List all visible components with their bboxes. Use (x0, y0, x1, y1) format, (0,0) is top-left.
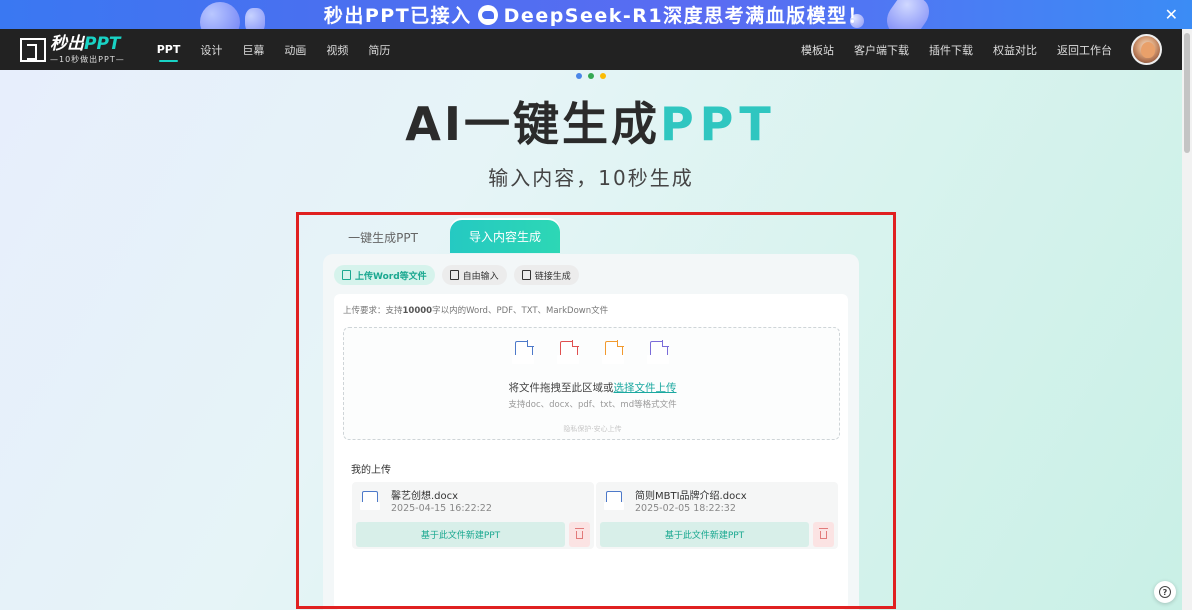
scrollbar-thumb[interactable] (1184, 33, 1190, 153)
word-doc-icon: Word (360, 491, 380, 513)
banner-decoration (245, 8, 265, 29)
select-file-link[interactable]: 选择文件上传 (614, 382, 677, 394)
logo-slogan: —10秒做出PPT— (50, 54, 125, 64)
nav-item-resume[interactable]: 简历 (358, 29, 400, 70)
file-type-label: MD (647, 355, 669, 364)
import-card: 上传Word等文件 自由输入 链接生成 上传要求：支持10000字以内的Word… (323, 254, 859, 610)
file-type-label: TXT (602, 355, 624, 364)
nav-item-design[interactable]: 设计 (190, 29, 232, 70)
privacy-note: 隐私保护·安心上传 (563, 425, 622, 433)
dropzone-instruction: 将文件拖拽至此区域或选择文件上传 (344, 380, 841, 395)
delete-file-button[interactable] (813, 522, 834, 547)
user-avatar[interactable] (1131, 34, 1162, 65)
logo-main-text: 秒出 (50, 33, 84, 54)
hero-title-dark: AI一键生成 (405, 97, 660, 151)
delete-file-button[interactable] (569, 522, 590, 547)
nav-item-benefits-compare[interactable]: 权益对比 (983, 29, 1047, 70)
upload-item: Word 简则MBTI品牌介绍.docx 2025-02-05 18:22:32… (596, 482, 838, 549)
tab-import-content[interactable]: 导入内容生成 (450, 220, 560, 253)
nav-item-video[interactable]: 视频 (316, 29, 358, 70)
nav-item-client-download[interactable]: 客户端下载 (844, 29, 919, 70)
upload-requirements: 上传要求：支持10000字以内的Word、PDF、TXT、MarkDown文件 (343, 304, 608, 316)
nav-item-giant-screen[interactable]: 巨幕 (232, 29, 274, 70)
logo[interactable]: 秒出PPT —10秒做出PPT— (20, 33, 125, 64)
upload-item: Word 馨艺创想.docx 2025-04-15 16:22:22 基于此文件… (352, 482, 594, 549)
my-uploads-title: 我的上传 (351, 465, 391, 476)
link-icon (521, 270, 531, 280)
subtab-link-generate[interactable]: 链接生成 (513, 265, 579, 285)
dot-icon (576, 73, 582, 79)
file-type-icons: Word PDF TXT MD (512, 340, 669, 367)
trash-icon (818, 528, 828, 539)
nav-item-templates[interactable]: 模板站 (791, 29, 844, 70)
trash-icon (574, 528, 584, 539)
banner-decoration (200, 2, 240, 29)
nav-item-plugin-download[interactable]: 插件下载 (919, 29, 983, 70)
banner-text-suffix: DeepSeek-R1深度思考满血版模型！ (503, 5, 869, 27)
top-nav: 秒出PPT —10秒做出PPT— PPT 设计 巨幕 动画 视频 简历 模板站 … (0, 29, 1192, 70)
req-prefix: 上传要求：支持 (343, 306, 403, 316)
banner-text-prefix: 秒出PPT已接入 (323, 5, 472, 27)
document-icon (449, 270, 459, 280)
req-limit: 10000 (402, 306, 433, 316)
tab-one-click-ppt[interactable]: 一键生成PPT (323, 218, 443, 256)
word-file-icon: Word (512, 340, 534, 367)
logo-mark-icon (20, 37, 46, 62)
file-dropzone[interactable]: Word PDF TXT MD 将文件拖拽至此区域或选择文件上传 支持doc、d… (343, 327, 840, 440)
nav-item-ppt[interactable]: PPT (147, 29, 191, 70)
doc-tag: Word (360, 502, 380, 510)
nav-main-menu: PPT 设计 巨幕 动画 视频 简历 (147, 29, 401, 70)
nav-item-animation[interactable]: 动画 (274, 29, 316, 70)
drop-text: 将文件拖拽至此区域或 (508, 382, 614, 394)
hero-title: AI一键生成PPT (0, 88, 1182, 154)
file-type-label: PDF (557, 355, 579, 364)
upload-file-icon (342, 270, 351, 280)
hero-dots (576, 73, 606, 79)
hero-subtitle: 输入内容，10秒生成 (488, 166, 694, 190)
banner-decoration (880, 0, 936, 29)
pdf-file-icon: PDF (557, 340, 579, 367)
file-type-label: Word (512, 355, 534, 364)
req-suffix: 字以内的Word、PDF、TXT、MarkDown文件 (432, 306, 609, 316)
upload-panel: 上传要求：支持10000字以内的Word、PDF、TXT、MarkDown文件 … (334, 294, 848, 610)
banner-text: 秒出PPT已接入 DeepSeek-R1深度思考满血版模型！ (324, 1, 868, 28)
subtab-free-input[interactable]: 自由输入 (441, 265, 507, 285)
md-file-icon: MD (647, 340, 669, 367)
page-scrollbar[interactable] (1182, 29, 1192, 610)
banner-close-icon[interactable]: ✕ (1165, 5, 1178, 24)
txt-file-icon: TXT (602, 340, 624, 367)
upload-file-name: 馨艺创想.docx (391, 491, 459, 502)
help-button[interactable]: ? (1154, 581, 1176, 603)
hero-title-highlight: PPT (659, 97, 777, 151)
dot-icon (600, 73, 606, 79)
supported-formats: 支持doc、docx、pdf、txt、md等格式文件 (508, 400, 677, 410)
subtab-upload-file[interactable]: 上传Word等文件 (334, 265, 435, 285)
dot-icon (588, 73, 594, 79)
logo-ppt-text: PPT (84, 33, 121, 54)
subtab-label: 自由输入 (462, 271, 499, 282)
generate-mode-tabs: 一键生成PPT 导入内容生成 (323, 218, 859, 258)
help-icon: ? (1159, 586, 1171, 598)
doc-tag: Word (604, 502, 624, 510)
promo-banner[interactable]: 秒出PPT已接入 DeepSeek-R1深度思考满血版模型！ ✕ (0, 0, 1192, 29)
word-doc-icon: Word (604, 491, 624, 513)
deepseek-logo-icon (477, 4, 498, 25)
import-subtabs: 上传Word等文件 自由输入 链接生成 (334, 265, 579, 285)
subtab-label: 链接生成 (534, 271, 571, 282)
upload-file-name: 简则MBTI品牌介绍.docx (635, 491, 747, 502)
nav-right-menu: 模板站 客户端下载 插件下载 权益对比 返回工作台 (791, 29, 1122, 70)
new-ppt-from-file-button[interactable]: 基于此文件新建PPT (356, 522, 565, 547)
nav-item-back-to-workspace[interactable]: 返回工作台 (1047, 29, 1122, 70)
upload-file-time: 2025-02-05 18:22:32 (635, 503, 736, 514)
new-ppt-from-file-button[interactable]: 基于此文件新建PPT (600, 522, 809, 547)
subtab-label: 上传Word等文件 (355, 271, 427, 282)
upload-file-time: 2025-04-15 16:22:22 (391, 503, 492, 514)
